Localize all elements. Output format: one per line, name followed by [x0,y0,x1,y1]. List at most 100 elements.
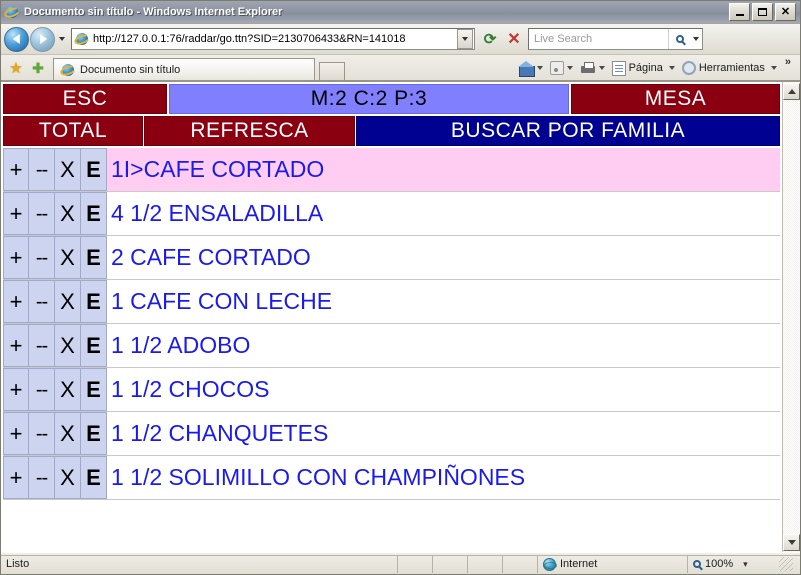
browser-window: Documento sin título - Windows Internet … [0,0,801,575]
tools-menu-label: Herramientas [698,62,765,74]
chevron-down-icon[interactable]: ▾ [743,559,748,570]
add-to-favorites-button[interactable]: ✚ [27,56,49,80]
increment-button[interactable]: + [3,192,29,235]
delete-button[interactable]: X [55,412,81,455]
favorites-center-button[interactable]: ★ [5,56,27,80]
security-zone[interactable]: Internet [537,554,687,573]
edit-button[interactable]: E [81,368,107,411]
search-icon [675,35,684,43]
decrement-button[interactable]: -- [29,236,55,279]
page-menu-button[interactable]: Página [610,57,680,79]
stop-button[interactable]: ✕ [502,27,526,51]
page-vertical-scrollbar[interactable] [782,82,800,552]
mesa-button[interactable]: MESA [571,84,780,114]
pos-second-button-row: TOTAL REFRESCA BUSCAR POR FAMILIA [3,116,780,146]
search-input[interactable]: Live Search [528,28,703,50]
search-submit-button[interactable] [668,29,690,49]
resize-grip[interactable] [779,557,793,571]
back-button[interactable] [4,26,29,52]
edit-button[interactable]: E [81,324,107,367]
order-line-row[interactable]: + -- X E 1 1/2 CHOCOS [3,368,780,412]
print-button[interactable] [578,57,610,79]
table-info-button[interactable]: M:2 C:2 P:3 [169,84,569,114]
refresca-button[interactable]: REFRESCA [144,116,355,146]
decrement-button[interactable]: -- [29,324,55,367]
chevron-down-icon [536,66,543,70]
order-line-row[interactable]: + -- X E 2 CAFE CORTADO [3,236,780,280]
zoom-control[interactable]: 100% ▾ [687,554,800,573]
order-line-controls: + -- X E [3,192,107,235]
internet-explorer-icon [2,4,22,20]
edit-button[interactable]: E [81,192,107,235]
decrement-button[interactable]: -- [29,148,55,191]
search-provider-dropdown[interactable] [690,37,702,41]
delete-button[interactable]: X [55,368,81,411]
chevron-down-icon [58,37,65,41]
back-arrow-icon [12,34,20,44]
minimize-button[interactable] [729,3,750,21]
delete-button[interactable]: X [55,280,81,323]
order-line-row[interactable]: + -- X E 1 CAFE CON LECHE [3,280,780,324]
delete-button[interactable]: X [55,456,81,499]
chevron-down-icon [598,66,605,70]
increment-button[interactable]: + [3,456,29,499]
edit-button[interactable]: E [81,280,107,323]
address-history-dropdown[interactable] [457,29,473,49]
delete-button[interactable]: X [55,148,81,191]
recent-pages-dropdown[interactable] [55,27,68,52]
decrement-button[interactable]: -- [29,368,55,411]
increment-button[interactable]: + [3,148,29,191]
rss-feeds-icon [549,61,564,75]
new-tab-button[interactable] [319,62,345,80]
decrement-button[interactable]: -- [29,192,55,235]
address-input[interactable]: http://127.0.0.1:76/raddar/go.ttn?SID=21… [71,28,475,50]
close-icon: ✕ [507,31,521,48]
home-button[interactable] [516,57,548,79]
edit-button[interactable]: E [81,148,107,191]
order-line-row[interactable]: + -- X E 1 1/2 CHANQUETES [3,412,780,456]
delete-button[interactable]: X [55,236,81,279]
order-line-controls: + -- X E [3,368,107,411]
order-line-row[interactable]: + -- X E 1 1/2 ADOBO [3,324,780,368]
increment-button[interactable]: + [3,280,29,323]
window-title: Documento sin título - Windows Internet … [24,6,283,18]
decrement-button[interactable]: -- [29,456,55,499]
increment-button[interactable]: + [3,368,29,411]
internet-globe-icon [543,557,557,571]
toolbar-overflow-button[interactable]: » [782,56,794,68]
maximize-button[interactable] [752,3,773,21]
increment-button[interactable]: + [3,412,29,455]
buscar-por-familia-button[interactable]: BUSCAR POR FAMILIA [356,116,780,146]
order-line-controls: + -- X E [3,280,107,323]
forward-arrow-icon [39,34,47,44]
edit-button[interactable]: E [81,236,107,279]
scroll-up-button[interactable] [783,83,800,100]
tab-title: Documento sin título [80,63,181,76]
forward-button[interactable] [30,26,55,52]
pos-application: ESC M:2 C:2 P:3 MESA TOTAL REFRESCA BUSC… [1,82,782,552]
feeds-button[interactable] [548,57,578,79]
tools-menu-button[interactable]: Herramientas [680,57,782,79]
status-segment [397,554,432,573]
order-line-row[interactable]: + -- X E 1 1/2 SOLIMILLO CON CHAMPIÑONES [3,456,780,500]
delete-button[interactable]: X [55,324,81,367]
edit-button[interactable]: E [81,412,107,455]
zoom-level-label: 100% [705,558,734,570]
order-line-row[interactable]: + -- X E 1I>CAFE CORTADO [3,148,780,192]
refresh-button[interactable]: ⟳ [478,27,502,51]
increment-button[interactable]: + [3,236,29,279]
browser-tab[interactable]: Documento sin título [53,58,315,80]
delete-button[interactable]: X [55,192,81,235]
close-button[interactable]: ✕ [775,3,796,21]
close-icon: ✕ [780,5,791,18]
esc-button[interactable]: ESC [3,84,167,114]
decrement-button[interactable]: -- [29,412,55,455]
scroll-down-button[interactable] [783,534,800,551]
order-line-label: 4 1/2 ENSALADILLA [111,200,324,226]
edit-button[interactable]: E [81,456,107,499]
order-line-row[interactable]: + -- X E 4 1/2 ENSALADILLA [3,192,780,236]
increment-button[interactable]: + [3,324,29,367]
chevron-down-icon [462,37,468,41]
decrement-button[interactable]: -- [29,280,55,323]
total-button[interactable]: TOTAL [3,116,143,146]
